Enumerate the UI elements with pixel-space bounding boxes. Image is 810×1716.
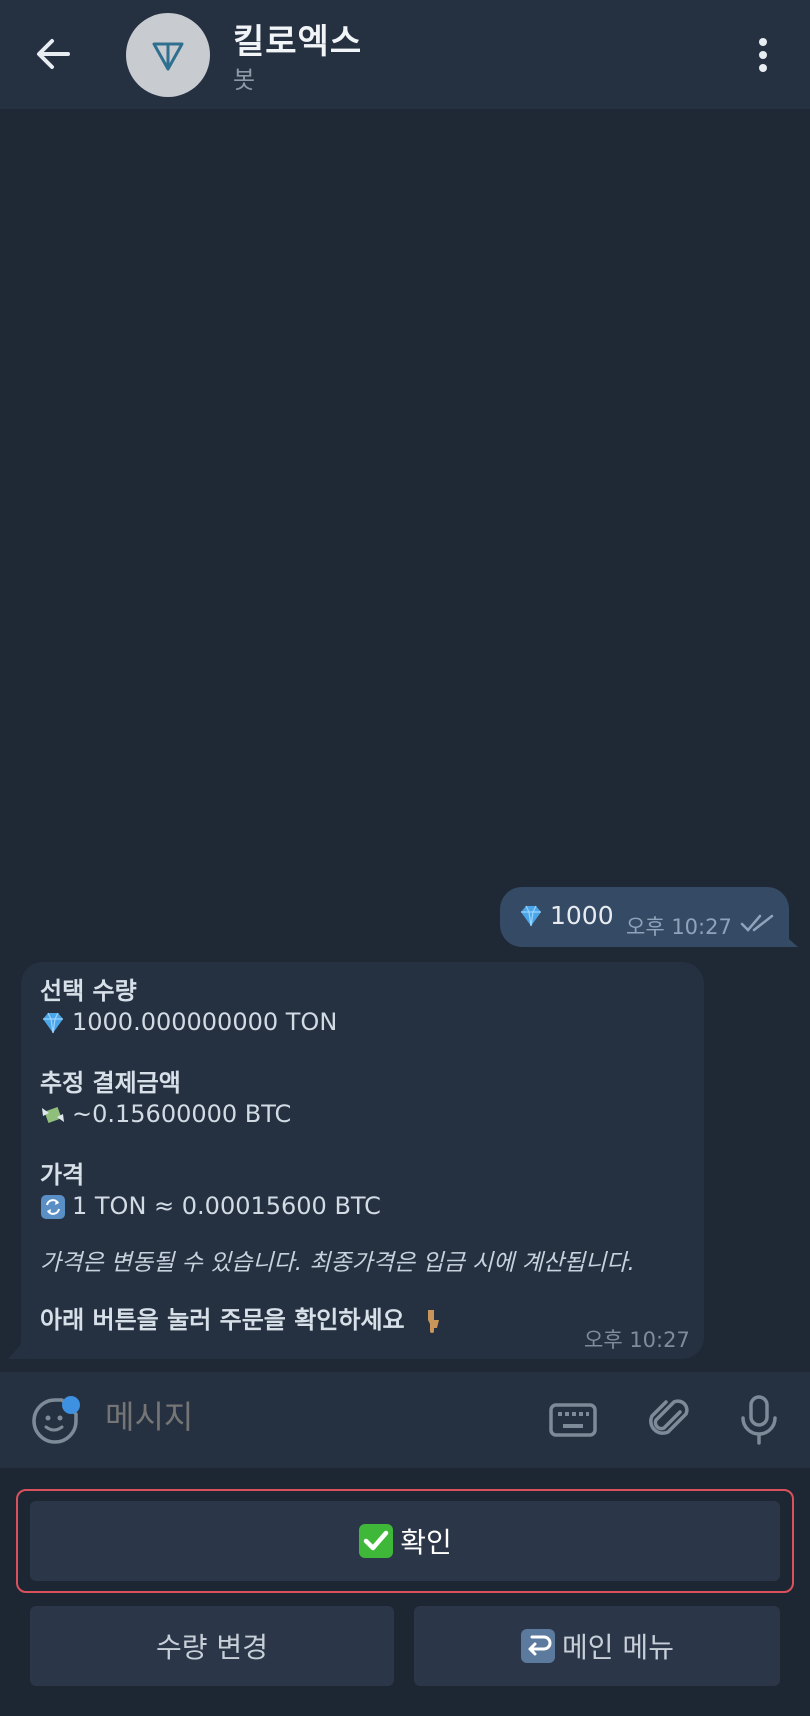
qty-value: 1000.000000000 TON <box>72 1008 338 1036</box>
confirm-button-label: 확인 <box>400 1526 452 1559</box>
money-wings-icon <box>42 1106 64 1123</box>
chat-subtitle: 봇 <box>233 66 256 94</box>
qty-label: 선택 수량 <box>40 977 137 1005</box>
outgoing-message-time: 오후 10:27 <box>626 915 732 939</box>
message-input-bar <box>0 1372 810 1468</box>
amount-label: 추정 결제금액 <box>40 1069 181 1097</box>
message-input[interactable] <box>103 1398 527 1437</box>
change-quantity-label: 수량 변경 <box>156 1631 268 1664</box>
incoming-message[interactable]: 선택 수량 1000.000000000 TON 추정 결제금액 ~0.1560… <box>21 962 704 1359</box>
arrow-left-icon <box>37 39 70 69</box>
refresh-icon <box>41 1194 65 1219</box>
chat-title[interactable]: 킬로엑스 <box>233 14 362 63</box>
keyboard-icon <box>549 1403 597 1437</box>
avatar[interactable] <box>126 13 210 97</box>
gem-icon <box>43 1012 63 1033</box>
amount-value: ~0.15600000 BTC <box>72 1100 292 1128</box>
back-button[interactable] <box>28 28 80 80</box>
notification-dot <box>62 1396 80 1414</box>
message-list[interactable]: 1000 오후 10:27 선택 수량 1000.000000000 TON 추… <box>0 109 810 1369</box>
more-vertical-icon <box>759 38 767 46</box>
bot-keyboard-button[interactable] <box>548 1400 598 1440</box>
pointing-down-icon <box>427 1309 439 1333</box>
chat-header: 킬로엑스 봇 <box>0 0 810 109</box>
return-arrow-icon <box>521 1629 556 1663</box>
main-menu-button[interactable]: 메인 메뉴 <box>414 1606 780 1686</box>
change-quantity-button[interactable]: 수량 변경 <box>30 1606 394 1686</box>
double-check-icon <box>740 914 774 932</box>
attach-button[interactable] <box>646 1394 692 1444</box>
check-mark-button-icon <box>359 1524 394 1558</box>
incoming-message-time: 오후 10:27 <box>584 1328 690 1352</box>
outgoing-message[interactable]: 1000 오후 10:27 <box>500 887 789 947</box>
gem-icon <box>521 905 541 926</box>
price-label: 가격 <box>40 1161 85 1189</box>
main-menu-label: 메인 메뉴 <box>562 1631 674 1664</box>
price-note: 가격은 변동될 수 있습니다. 최종가격은 입금 시에 계산됩니다. <box>40 1250 635 1276</box>
confirm-button[interactable]: 확인 <box>30 1501 780 1581</box>
outgoing-message-text: 1000 <box>550 901 614 930</box>
price-value: 1 TON ≈ 0.00015600 BTC <box>72 1192 381 1220</box>
more-menu-button[interactable] <box>748 30 778 80</box>
microphone-icon <box>741 1395 777 1445</box>
paperclip-icon <box>649 1399 689 1435</box>
voice-button[interactable] <box>736 1394 782 1446</box>
instruction-text: 아래 버튼을 눌러 주문을 확인하세요 <box>40 1306 405 1334</box>
ton-logo-icon <box>152 42 184 71</box>
